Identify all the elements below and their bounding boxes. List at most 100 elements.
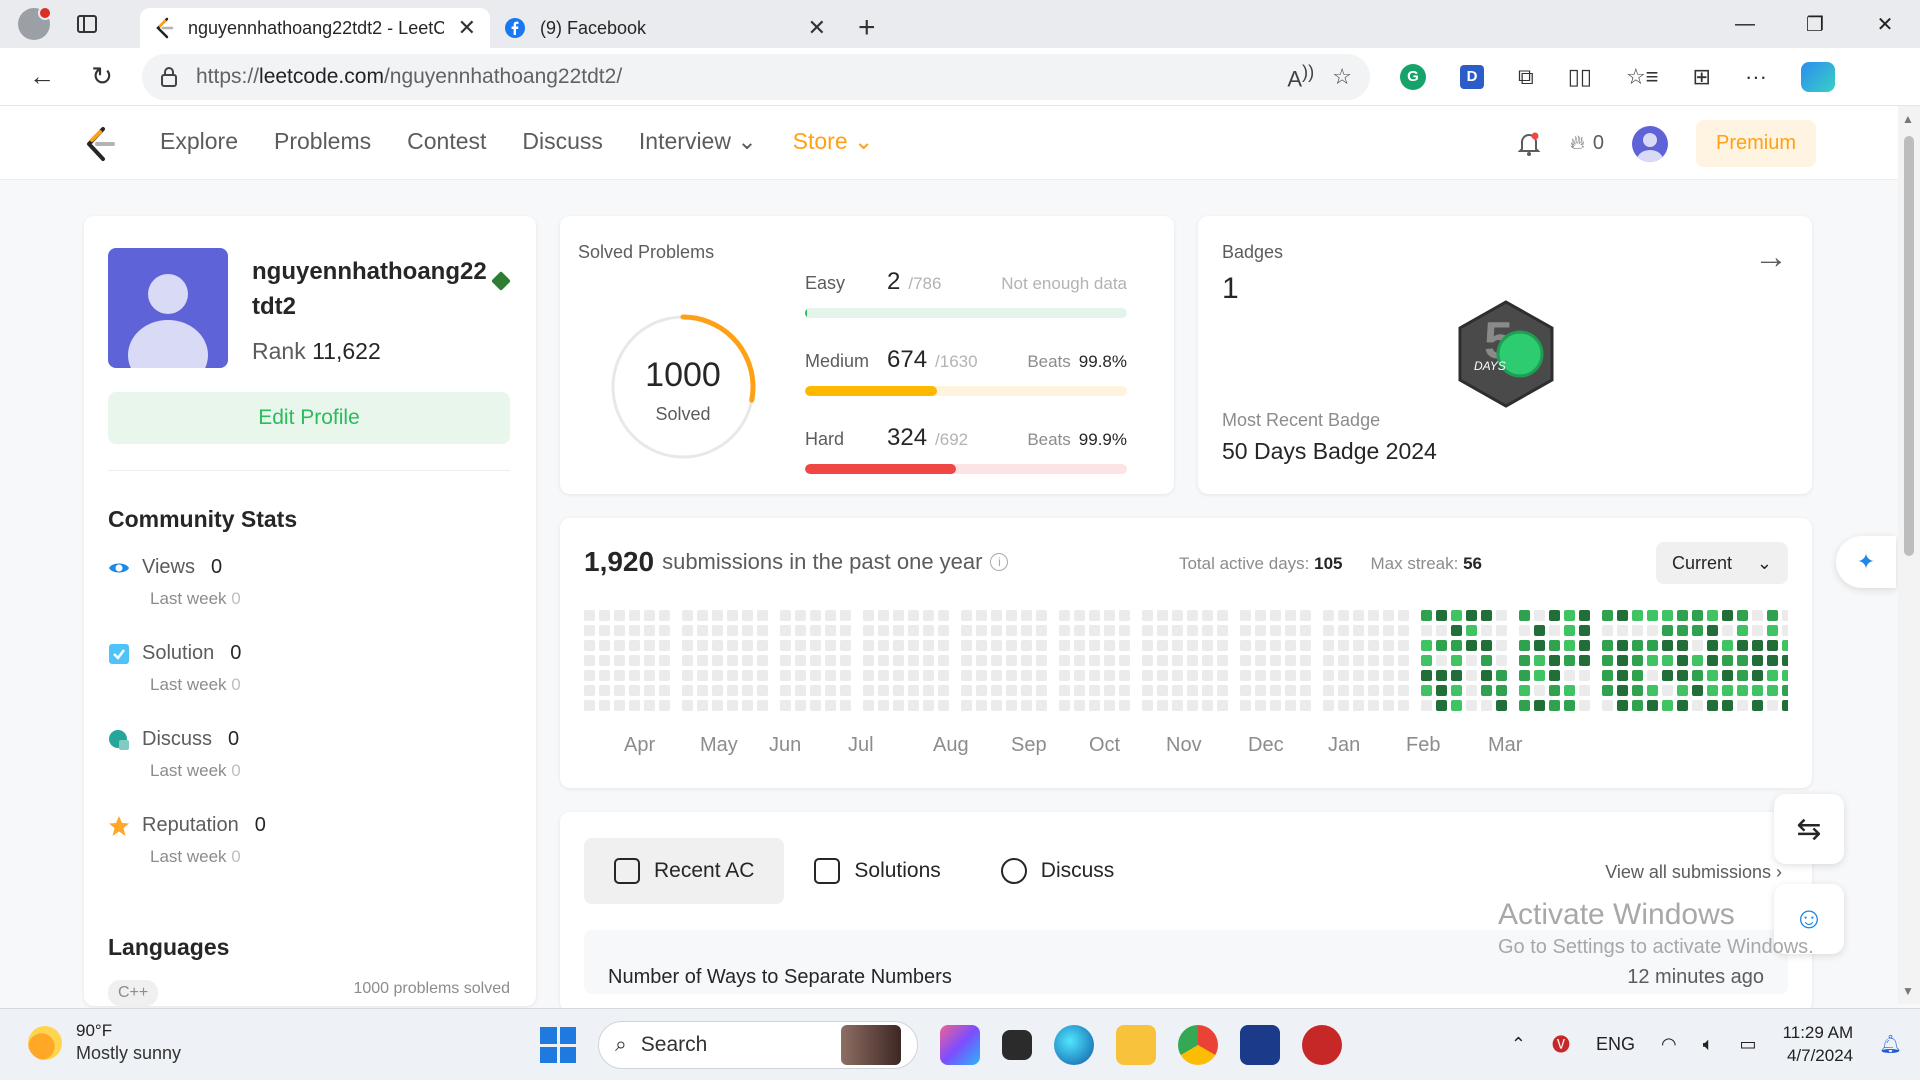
grammarly-icon[interactable]: G [1400, 63, 1426, 90]
heatmap-cell[interactable] [727, 655, 738, 666]
heatmap-cell[interactable] [1285, 700, 1296, 711]
read-aloud-icon[interactable]: A)) [1287, 61, 1314, 92]
heatmap-cell[interactable] [893, 700, 904, 711]
heatmap-cell[interactable] [1323, 670, 1334, 681]
more-menu-icon[interactable]: ··· [1745, 64, 1767, 90]
heatmap-cell[interactable] [1782, 640, 1788, 651]
heatmap-cell[interactable] [1662, 685, 1673, 696]
heatmap-cell[interactable] [644, 685, 655, 696]
heatmap-cell[interactable] [1662, 655, 1673, 666]
heatmap-cell[interactable] [1157, 640, 1168, 651]
heatmap-cell[interactable] [1059, 700, 1070, 711]
notification-icon[interactable]: 🔔︎ [1879, 1034, 1902, 1055]
heatmap-cell[interactable] [1270, 700, 1281, 711]
heatmap-cell[interactable] [1383, 625, 1394, 636]
heatmap-cell[interactable] [1602, 625, 1613, 636]
heatmap-cell[interactable] [878, 685, 889, 696]
heatmap-cell[interactable] [810, 610, 821, 621]
heatmap-cell[interactable] [1752, 610, 1763, 621]
heatmap-cell[interactable] [614, 700, 625, 711]
heatmap-cell[interactable] [1021, 700, 1032, 711]
heatmap-cell[interactable] [697, 685, 708, 696]
heatmap-cell[interactable] [908, 610, 919, 621]
heatmap-cell[interactable] [908, 670, 919, 681]
heatmap-cell[interactable] [1157, 670, 1168, 681]
heatmap-cell[interactable] [1255, 625, 1266, 636]
heatmap-cell[interactable] [1368, 610, 1379, 621]
heatmap-cell[interactable] [1119, 640, 1130, 651]
restore-icon[interactable]: ❐ [1780, 0, 1850, 48]
heatmap-cell[interactable] [1707, 655, 1718, 666]
heatmap-cell[interactable] [1421, 670, 1432, 681]
heatmap-cell[interactable] [1202, 625, 1213, 636]
heatmap-cell[interactable] [878, 625, 889, 636]
heatmap-cell[interactable] [1398, 670, 1409, 681]
heatmap-cell[interactable] [923, 700, 934, 711]
heatmap-cell[interactable] [1157, 685, 1168, 696]
heatmap-cell[interactable] [810, 625, 821, 636]
chevron-up-icon[interactable]: ⌃ [1511, 1034, 1526, 1055]
heatmap-cell[interactable] [1436, 625, 1447, 636]
heatmap-cell[interactable] [1353, 610, 1364, 621]
heatmap-cell[interactable] [1767, 625, 1778, 636]
split-screen-icon[interactable]: ▯▯ [1568, 64, 1592, 90]
heatmap-cell[interactable] [1383, 640, 1394, 651]
info-icon[interactable]: i [990, 553, 1009, 571]
heatmap-cell[interactable] [1255, 685, 1266, 696]
heatmap-cell[interactable] [893, 670, 904, 681]
heatmap-cell[interactable] [961, 640, 972, 651]
heatmap-cell[interactable] [1323, 610, 1334, 621]
heatmap-cell[interactable] [991, 610, 1002, 621]
heatmap-cell[interactable] [961, 625, 972, 636]
heatmap-cell[interactable] [1767, 640, 1778, 651]
heatmap-cell[interactable] [1383, 655, 1394, 666]
heatmap-cell[interactable] [1662, 625, 1673, 636]
heatmap-cell[interactable] [1353, 700, 1364, 711]
heatmap-cell[interactable] [1451, 625, 1462, 636]
heatmap-cell[interactable] [1519, 700, 1530, 711]
heatmap-cell[interactable] [1285, 655, 1296, 666]
heatmap-cell[interactable] [1059, 685, 1070, 696]
heatmap-cell[interactable] [1722, 655, 1733, 666]
heatmap-cell[interactable] [1187, 685, 1198, 696]
heatmap-cell[interactable] [1187, 625, 1198, 636]
heatmap-cell[interactable] [923, 625, 934, 636]
heatmap-cell[interactable] [742, 610, 753, 621]
heatmap-cell[interactable] [1368, 700, 1379, 711]
heatmap-cell[interactable] [1549, 655, 1560, 666]
heatmap-cell[interactable] [1647, 610, 1658, 621]
heatmap-cell[interactable] [780, 700, 791, 711]
heatmap-cell[interactable] [810, 640, 821, 651]
heatmap-cell[interactable] [1647, 655, 1658, 666]
heatmap-cell[interactable] [1617, 670, 1628, 681]
heatmap-cell[interactable] [1383, 670, 1394, 681]
heatmap-cell[interactable] [878, 640, 889, 651]
heatmap-cell[interactable] [1383, 610, 1394, 621]
url-text[interactable]: https://leetcode.com/nguyennhathoang22td… [196, 65, 1269, 89]
heatmap-cell[interactable] [1300, 640, 1311, 651]
heatmap-cell[interactable] [1767, 685, 1778, 696]
heatmap-cell[interactable] [1549, 625, 1560, 636]
close-window-icon[interactable]: ✕ [1850, 0, 1920, 48]
heatmap-cell[interactable] [893, 625, 904, 636]
heatmap-cell[interactable] [1398, 685, 1409, 696]
heatmap-cell[interactable] [1285, 640, 1296, 651]
heatmap-cell[interactable] [908, 655, 919, 666]
heatmap-cell[interactable] [1602, 700, 1613, 711]
heatmap-cell[interactable] [1202, 610, 1213, 621]
heatmap-cell[interactable] [1519, 670, 1530, 681]
heatmap-cell[interactable] [1534, 610, 1545, 621]
nav-explore[interactable]: Explore [160, 128, 238, 155]
heatmap-cell[interactable] [976, 655, 987, 666]
heatmap-cell[interactable] [1752, 640, 1763, 651]
heatmap-cell[interactable] [976, 670, 987, 681]
heatmap-cell[interactable] [1617, 610, 1628, 621]
heatmap-cell[interactable] [712, 625, 723, 636]
heatmap-cell[interactable] [991, 655, 1002, 666]
heatmap-cell[interactable] [840, 685, 851, 696]
heatmap-cell[interactable] [659, 670, 670, 681]
heatmap-cell[interactable] [1647, 700, 1658, 711]
heatmap-cell[interactable] [923, 610, 934, 621]
heatmap-cell[interactable] [1255, 700, 1266, 711]
heatmap-cell[interactable] [1187, 670, 1198, 681]
